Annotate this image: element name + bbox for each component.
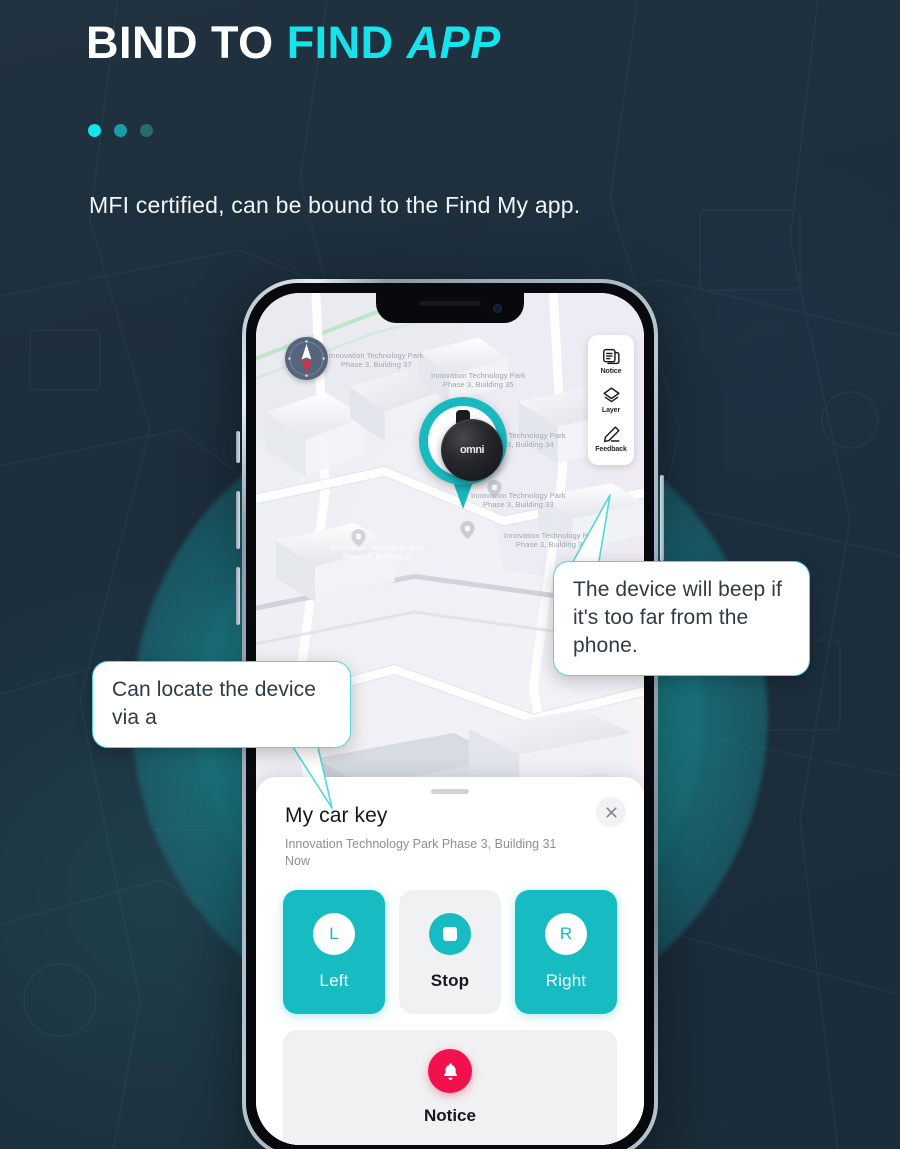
page-title: BIND TO FIND APP	[86, 18, 501, 68]
title-part-white: BIND TO	[86, 17, 287, 68]
notice-panel-label: Notice	[424, 1106, 476, 1125]
page-background: BIND TO FIND APP MFI certified, can be b…	[0, 0, 900, 1149]
map-control-feedback-label: Feedback	[595, 446, 627, 453]
bottom-sheet: My car key Innovation Technology Park Ph…	[256, 777, 644, 1145]
tracker-device: omni	[441, 419, 503, 481]
phone-speaker	[419, 301, 481, 306]
map-control-notice[interactable]: Notice	[588, 342, 634, 381]
close-icon	[605, 806, 617, 818]
drag-handle[interactable]	[431, 789, 469, 794]
map-control-notice-label: Notice	[600, 368, 622, 375]
pencil-edit-icon	[603, 426, 620, 443]
map-label: Innovation Technology Park Phase 3, Buil…	[329, 351, 424, 370]
pin-ring: omni	[419, 397, 507, 485]
action-buttons-row: L Left Stop R Right	[283, 890, 617, 1014]
dot-active[interactable]	[88, 124, 101, 137]
dot-third[interactable]	[140, 124, 153, 137]
sheet-timestamp: Now	[285, 854, 311, 868]
map-control-layer-label: Layer	[601, 407, 621, 414]
right-button[interactable]: R Right	[515, 890, 617, 1014]
map-label-line2: Phase 3, Building 35	[442, 380, 514, 390]
right-badge: R	[545, 913, 587, 955]
phone-volume-up-button	[236, 491, 240, 549]
map-label-line2: Phase 3, Building 37	[340, 360, 412, 370]
notice-panel[interactable]: Notice	[283, 1030, 617, 1145]
notice-document-icon	[602, 348, 620, 365]
stop-button-label: Stop	[430, 971, 470, 990]
map-label-line2: Phase 3, Building 31	[342, 552, 414, 562]
layers-icon	[602, 387, 620, 403]
phone-mute-switch	[236, 431, 240, 463]
map-control-feedback[interactable]: Feedback	[588, 420, 634, 459]
map-controls-panel: Notice Layer Feedback	[588, 335, 634, 465]
device-map-pin[interactable]: omni	[419, 397, 507, 509]
phone-notch	[376, 293, 524, 323]
callout-left: Can locate the device via a	[92, 661, 351, 748]
map-label: Innovation Technology Park Phase 3, Buil…	[431, 371, 526, 390]
stop-square-icon	[443, 927, 457, 941]
map-label-line1: Innovation Technology Park	[331, 543, 426, 552]
map-poi-pin-icon	[460, 521, 475, 539]
map-label-line1: Innovation Technology Park	[329, 351, 424, 360]
map-label-line1: Innovation Technology Park	[431, 371, 526, 380]
stop-button[interactable]: Stop	[399, 890, 501, 1014]
device-brand-label: omni	[460, 444, 484, 456]
compass-icon[interactable]	[285, 337, 328, 380]
stop-badge	[429, 913, 471, 955]
close-button[interactable]	[596, 797, 626, 827]
left-button[interactable]: L Left	[283, 890, 385, 1014]
right-button-label: Right	[545, 971, 587, 990]
notice-button[interactable]	[428, 1049, 472, 1093]
left-badge-label: L	[329, 924, 339, 943]
pin-ring-inner: omni	[428, 406, 503, 481]
sheet-address: Innovation Technology Park Phase 3, Buil…	[285, 837, 557, 851]
pagination-dots[interactable]	[88, 124, 153, 137]
left-button-label: Left	[319, 971, 349, 990]
phone-front-camera	[493, 304, 502, 313]
phone-volume-down-button	[236, 567, 240, 625]
map-control-layer[interactable]: Layer	[588, 381, 634, 420]
page-subtitle: MFI certified, can be bound to the Find …	[89, 192, 581, 218]
right-badge-label: R	[559, 924, 573, 943]
callout-right: The device will beep if it's too far fro…	[553, 561, 810, 676]
title-part-accent-italic: APP	[406, 17, 501, 68]
map-label: Innovation Technology Park Phase 3, Buil…	[331, 543, 426, 562]
left-badge: L	[313, 913, 355, 955]
bell-icon	[443, 1062, 457, 1080]
dot-second[interactable]	[114, 124, 127, 137]
title-part-accent: FIND	[286, 17, 407, 68]
